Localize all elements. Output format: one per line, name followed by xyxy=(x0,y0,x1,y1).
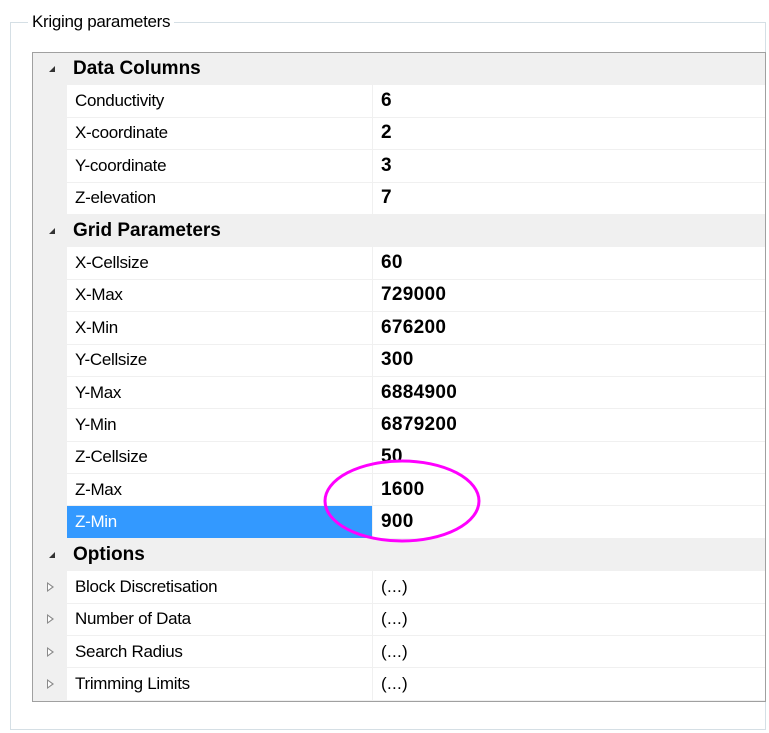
property-name[interactable]: Block Discretisation xyxy=(67,571,373,603)
property-value[interactable]: 6 xyxy=(373,90,392,112)
row-gutter xyxy=(33,312,67,344)
category-label: Grid Parameters xyxy=(73,219,221,241)
property-value[interactable]: 3 xyxy=(373,155,392,177)
expand-toggle[interactable] xyxy=(33,636,67,668)
property-name[interactable]: Y-Min xyxy=(67,409,373,441)
property-row[interactable]: Z-elevation 7 xyxy=(33,182,765,215)
groupbox-title: Kriging parameters xyxy=(28,12,175,32)
property-name[interactable]: X-Cellsize xyxy=(67,247,373,279)
property-row[interactable]: Conductivity 6 xyxy=(33,85,765,118)
property-value[interactable]: 6879200 xyxy=(373,414,457,436)
property-name[interactable]: X-coordinate xyxy=(67,117,373,150)
property-value[interactable]: 676200 xyxy=(373,317,446,339)
triangle-down-icon xyxy=(49,551,55,558)
triangle-right-icon xyxy=(46,614,54,625)
property-row[interactable]: X-Min 676200 xyxy=(33,312,765,345)
property-name[interactable]: Trimming Limits xyxy=(67,668,373,700)
property-value[interactable]: (...) xyxy=(373,642,408,662)
property-value[interactable]: 900 xyxy=(373,511,414,533)
property-value[interactable]: (...) xyxy=(373,577,408,597)
row-gutter xyxy=(33,344,67,376)
row-gutter xyxy=(33,279,67,312)
property-name[interactable]: X-Max xyxy=(67,279,373,312)
category-grid-parameters[interactable]: Grid Parameters xyxy=(33,214,765,248)
row-gutter xyxy=(33,85,67,117)
row-gutter xyxy=(33,506,67,538)
property-value[interactable]: 7 xyxy=(373,187,392,209)
property-name[interactable]: Z-Max xyxy=(67,474,373,506)
property-value[interactable]: 6884900 xyxy=(373,382,457,404)
property-value[interactable]: 2 xyxy=(373,122,392,144)
property-row[interactable]: X-Max 729000 xyxy=(33,279,765,313)
expand-toggle[interactable] xyxy=(33,668,67,700)
property-row[interactable]: Block Discretisation (...) xyxy=(33,571,765,604)
property-name[interactable]: Number of Data xyxy=(67,603,373,636)
property-value[interactable]: (...) xyxy=(373,609,408,629)
property-row[interactable]: X-coordinate 2 xyxy=(33,117,765,151)
category-options[interactable]: Options xyxy=(33,538,765,572)
row-gutter xyxy=(33,117,67,150)
property-name[interactable]: Conductivity xyxy=(67,85,373,117)
triangle-right-icon xyxy=(46,646,54,657)
property-value[interactable]: 729000 xyxy=(373,284,446,306)
property-row[interactable]: Z-Cellsize 50 xyxy=(33,441,765,475)
property-value[interactable]: 300 xyxy=(373,349,414,371)
property-name[interactable]: Z-Min xyxy=(67,506,373,538)
row-gutter xyxy=(33,474,67,506)
property-row[interactable]: Trimming Limits (...) xyxy=(33,668,765,701)
row-gutter xyxy=(33,409,67,441)
property-row[interactable]: Y-coordinate 3 xyxy=(33,150,765,183)
property-row[interactable]: Y-Max 6884900 xyxy=(33,376,765,410)
property-row[interactable]: Y-Cellsize 300 xyxy=(33,344,765,377)
row-gutter xyxy=(33,376,67,409)
property-row-selected[interactable]: Z-Min 900 xyxy=(33,506,765,539)
property-value[interactable]: 1600 xyxy=(373,479,424,501)
row-gutter xyxy=(33,182,67,214)
category-data-columns[interactable]: Data Columns xyxy=(33,53,765,86)
property-row[interactable]: Y-Min 6879200 xyxy=(33,409,765,442)
property-name[interactable]: Y-coordinate xyxy=(67,150,373,182)
property-value[interactable]: 60 xyxy=(373,252,403,274)
category-label: Options xyxy=(73,543,145,565)
triangle-down-icon xyxy=(49,65,55,72)
triangle-right-icon xyxy=(46,679,54,690)
expand-toggle[interactable] xyxy=(33,53,67,85)
triangle-right-icon xyxy=(46,581,54,592)
property-name[interactable]: X-Min xyxy=(67,312,373,344)
row-gutter xyxy=(33,247,67,279)
property-name[interactable]: Z-Cellsize xyxy=(67,441,373,474)
expand-toggle[interactable] xyxy=(33,538,67,571)
row-gutter xyxy=(33,441,67,474)
property-row[interactable]: X-Cellsize 60 xyxy=(33,247,765,280)
property-value[interactable]: (...) xyxy=(373,674,408,694)
triangle-down-icon xyxy=(49,227,55,234)
property-name[interactable]: Y-Max xyxy=(67,376,373,409)
property-grid[interactable]: Data Columns Conductivity 6 X-coordinate… xyxy=(32,52,766,702)
expand-toggle[interactable] xyxy=(33,214,67,247)
category-label: Data Columns xyxy=(73,57,201,79)
property-name[interactable]: Search Radius xyxy=(67,636,373,668)
property-name[interactable]: Z-elevation xyxy=(67,182,373,214)
property-name[interactable]: Y-Cellsize xyxy=(67,344,373,376)
property-row[interactable]: Number of Data (...) xyxy=(33,603,765,637)
expand-toggle[interactable] xyxy=(33,603,67,636)
expand-toggle[interactable] xyxy=(33,571,67,603)
property-row[interactable]: Z-Max 1600 xyxy=(33,474,765,507)
property-value[interactable]: 50 xyxy=(373,446,403,468)
property-row[interactable]: Search Radius (...) xyxy=(33,636,765,669)
row-gutter xyxy=(33,150,67,182)
